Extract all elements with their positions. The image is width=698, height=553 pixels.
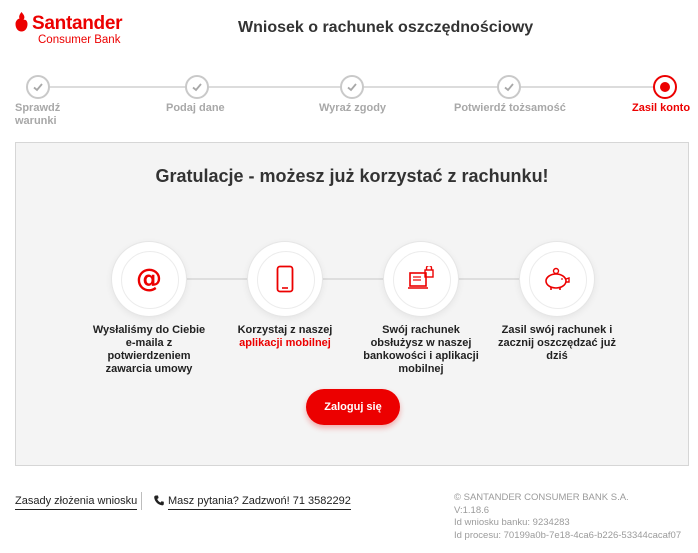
check-icon	[347, 83, 357, 92]
brand-sub: Consumer Bank	[38, 34, 121, 46]
step-label-1: Sprawdź warunki	[15, 102, 61, 127]
online-banking-icon	[408, 266, 434, 289]
feature-text: Zasil swój rachunek i zacznij oszczędzać…	[498, 324, 616, 362]
step-done-indicator	[26, 75, 50, 99]
smartphone-icon	[276, 265, 294, 293]
at-icon: @	[136, 264, 162, 294]
success-title: Gratulacje - możesz już korzystać z rach…	[155, 166, 549, 186]
mobile-app-link[interactable]: aplikacji mobilnej	[215, 337, 355, 350]
phone-icon	[154, 495, 164, 506]
page-title: Wniosek o rachunek oszczędnościowy	[238, 19, 534, 36]
step-done-indicator	[497, 75, 521, 99]
check-icon	[504, 83, 514, 92]
step-label-4: Potwierdź tożsamość	[454, 102, 566, 114]
application-id-text: Id wniosku banku: 9234283	[454, 517, 570, 528]
feature-text: Wysłaliśmy do Ciebie e-maila z potwierdz…	[92, 324, 206, 375]
success-panel: Gratulacje - możesz już korzystać z rach…	[15, 142, 689, 466]
feature-icon-circle	[384, 242, 458, 316]
feature-icon-circle	[520, 242, 594, 316]
features-connector	[149, 278, 559, 280]
footer-info: © SANTANDER CONSUMER BANK S.A. V:1.18.6 …	[454, 492, 681, 542]
santander-logo[interactable]: Santander Consumer Bank	[15, 12, 130, 46]
login-button[interactable]: Zaloguj się	[306, 389, 400, 425]
piggy-bank-icon	[545, 267, 570, 290]
feature-icon-circle: @	[112, 242, 186, 316]
active-dot-icon	[660, 82, 670, 92]
step-done-indicator	[340, 75, 364, 99]
phone-contact-link[interactable]: Masz pytania? Zadzwoń! 71 3582292	[168, 495, 351, 510]
step-label-3: Wyraź zgody	[319, 102, 387, 114]
feature-icon-circle	[248, 242, 322, 316]
step-active-indicator	[653, 75, 677, 99]
process-id-text: Id procesu: 70199a0b-7e18-4ca6-b226-5334…	[454, 529, 682, 541]
step-label-2: Podaj dane	[166, 102, 225, 114]
version-text: V:1.18.6	[454, 504, 490, 516]
footer-divider	[141, 492, 142, 510]
feature-text: Swój rachunek obsłużysz w naszej bankowo…	[363, 324, 479, 375]
check-icon	[33, 83, 43, 92]
flame-icon	[15, 12, 28, 32]
application-rules-link[interactable]: Zasady złożenia wniosku	[15, 495, 138, 510]
check-icon	[192, 83, 202, 92]
copyright-text: © SANTANDER CONSUMER BANK S.A.	[454, 492, 629, 503]
step-done-indicator	[185, 75, 209, 99]
step-label-5: Zasil konto	[632, 102, 691, 114]
feature-text: Korzystaj z naszej aplikacji mobilnej	[215, 324, 355, 350]
brand-name: Santander	[32, 13, 123, 34]
